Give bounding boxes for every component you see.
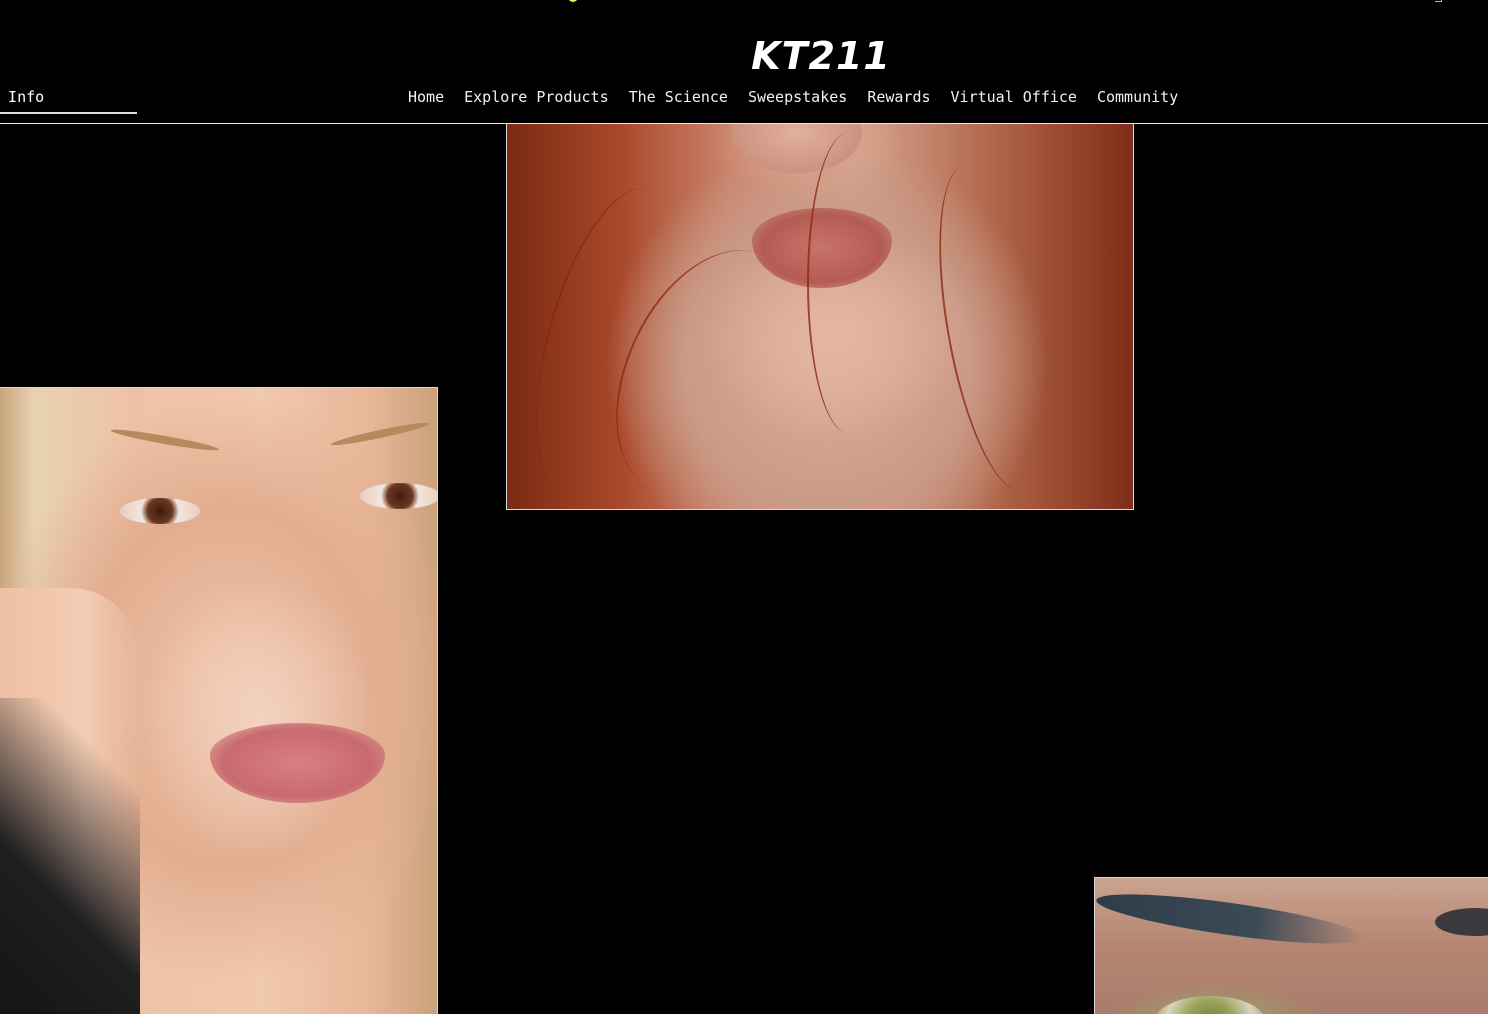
photo-eye-shape bbox=[360, 483, 437, 509]
photo-lips-shape bbox=[210, 723, 385, 803]
site-header: KT211 & Info Home Explore Products The S… bbox=[0, 0, 1488, 124]
photo-shadow-shape bbox=[0, 698, 140, 1014]
nav-item-sweepstakes[interactable]: Sweepstakes bbox=[738, 86, 857, 108]
hair-strand bbox=[919, 157, 1067, 499]
nav-item-virtual-office[interactable]: Virtual Office bbox=[941, 86, 1087, 108]
photo-eyebrow-shape bbox=[110, 426, 220, 454]
site-logo[interactable]: KT211 bbox=[0, 34, 1488, 78]
top-chevron-icon[interactable] bbox=[1435, 0, 1442, 2]
eye-close-up-photo[interactable] bbox=[1094, 877, 1488, 1014]
photo-eyebrow-shape bbox=[1435, 908, 1488, 936]
blonde-woman-hand-on-face-photo[interactable] bbox=[0, 387, 438, 1014]
photo-eyebrow-shape bbox=[330, 419, 430, 449]
nav-item-rewards[interactable]: Rewards bbox=[857, 86, 940, 108]
red-haired-woman-lips-photo[interactable] bbox=[506, 123, 1134, 510]
nav-item-the-science[interactable]: The Science bbox=[619, 86, 738, 108]
side-menu-link[interactable]: & Info bbox=[0, 86, 137, 114]
photo-eyebrow-shape bbox=[1095, 884, 1366, 954]
page: KT211 & Info Home Explore Products The S… bbox=[0, 0, 1488, 1014]
photo-iris-shape bbox=[1155, 996, 1265, 1014]
main-nav: Home Explore Products The Science Sweeps… bbox=[398, 86, 1188, 108]
nav-item-community[interactable]: Community bbox=[1087, 86, 1188, 108]
nav-item-home[interactable]: Home bbox=[398, 86, 454, 108]
top-indicator-dot bbox=[568, 0, 578, 2]
nav-item-explore-products[interactable]: Explore Products bbox=[454, 86, 619, 108]
photo-eye-shape bbox=[120, 498, 200, 524]
side-menu-link-label: & Info bbox=[0, 88, 45, 106]
